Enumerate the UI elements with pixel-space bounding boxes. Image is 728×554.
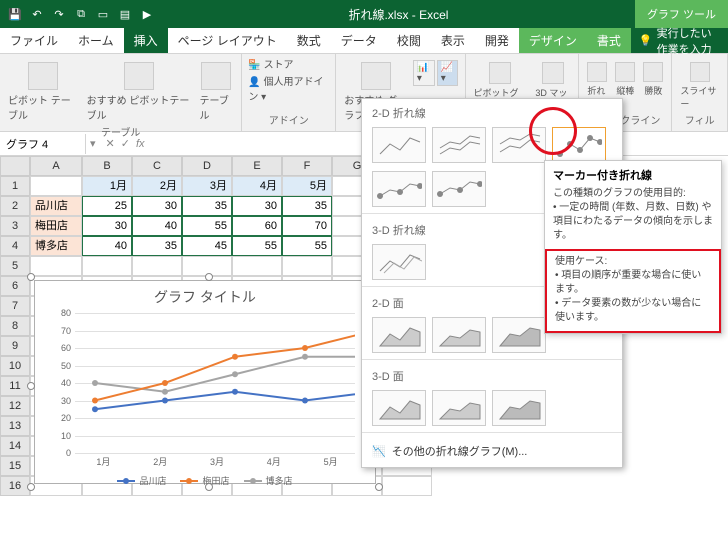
chart-type-tooltip: マーカー付き折れ線 この種類のグラフの使用目的: • 一定の時間 (年数、月数、…	[544, 160, 722, 334]
chart-type-stacked-area[interactable]	[432, 317, 486, 353]
tab-developer[interactable]: 開発	[475, 28, 519, 53]
cancel-icon[interactable]: ✕	[106, 137, 115, 150]
lightbulb-icon: 💡	[639, 34, 653, 47]
tab-format[interactable]: 書式	[587, 28, 631, 53]
chart-type-100stacked-line[interactable]	[492, 127, 546, 163]
copy-icon[interactable]: ⧉	[72, 5, 90, 23]
chart-type-100stacked-line-markers[interactable]	[432, 171, 486, 207]
row-header[interactable]: 2	[0, 196, 30, 216]
row-header[interactable]: 3	[0, 216, 30, 236]
ribbon-group-filters: スライサー フィル	[672, 54, 728, 131]
tab-view[interactable]: 表示	[431, 28, 475, 53]
more-line-charts[interactable]: 📉 その他の折れ線グラフ(M)...	[362, 435, 622, 467]
chart-title[interactable]: グラフ タイトル	[35, 281, 375, 313]
store-button[interactable]: 🏪 ストア	[248, 56, 329, 71]
row-header[interactable]: 4	[0, 236, 30, 256]
save-icon[interactable]: 💾	[6, 5, 24, 23]
chart-type-3d-line[interactable]	[372, 244, 426, 280]
fx-icon[interactable]: fx	[136, 138, 145, 150]
tell-me-search[interactable]: 💡 実行したい作業を入力	[631, 28, 728, 53]
ribbon-group-tables: ピボット テーブル おすすめ ピボットテーブル テーブル テーブル	[0, 54, 242, 131]
select-all-corner[interactable]	[0, 156, 30, 176]
redo-icon[interactable]: ↷	[50, 5, 68, 23]
personal-addins-button[interactable]: 👤 個人用アドイン ▾	[248, 73, 329, 103]
chart-type-3d-100stacked-area[interactable]	[492, 390, 546, 426]
tab-design[interactable]: デザイン	[519, 28, 587, 53]
quick-access-toolbar: 💾 ↶ ↷ ⧉ ▭ ▤ ▶	[0, 5, 162, 23]
window-title: 折れ線.xlsx - Excel	[162, 6, 635, 23]
sparkline-winloss-button[interactable]: 勝敗	[641, 60, 665, 112]
chart-type-stacked-line-markers[interactable]	[372, 171, 426, 207]
chart-type-3d-stacked-area[interactable]	[432, 390, 486, 426]
title-bar: 💾 ↶ ↷ ⧉ ▭ ▤ ▶ 折れ線.xlsx - Excel グラフ ツール	[0, 0, 728, 28]
tab-review[interactable]: 校閲	[387, 28, 431, 53]
tab-home[interactable]: ホーム	[68, 28, 124, 53]
col-header[interactable]: D	[182, 156, 232, 176]
col-header[interactable]: C	[132, 156, 182, 176]
tab-pagelayout[interactable]: ページ レイアウト	[168, 28, 287, 53]
col-header[interactable]: E	[232, 156, 282, 176]
namebox-dropdown-icon[interactable]: ▾	[86, 137, 100, 150]
chart-type-line-markers[interactable]	[552, 127, 606, 163]
undo-icon[interactable]: ↶	[28, 5, 46, 23]
new-icon[interactable]: ▭	[94, 5, 112, 23]
run-icon[interactable]: ▶	[138, 5, 156, 23]
enter-icon[interactable]: ✓	[121, 137, 130, 150]
ribbon-group-addins: 🏪 ストア 👤 個人用アドイン ▾ アドイン	[242, 54, 336, 131]
chart-type-stacked-line[interactable]	[432, 127, 486, 163]
open-icon[interactable]: ▤	[116, 5, 134, 23]
column-chart-icon[interactable]: 📊▾	[413, 60, 435, 86]
chart-type-100stacked-area[interactable]	[492, 317, 546, 353]
col-header[interactable]: F	[282, 156, 332, 176]
embedded-chart[interactable]: グラフ タイトル 01020304050607080 1月2月3月4月5月 品川…	[34, 280, 376, 484]
tab-data[interactable]: データ	[331, 28, 387, 53]
tab-file[interactable]: ファイル	[0, 28, 68, 53]
chart-type-line[interactable]	[372, 127, 426, 163]
row-header[interactable]: 1	[0, 176, 30, 196]
line-chart-icon: 📉	[372, 445, 386, 458]
name-box[interactable]: グラフ 4	[0, 134, 86, 154]
tab-insert[interactable]: 挿入	[124, 28, 168, 53]
tab-formulas[interactable]: 数式	[287, 28, 331, 53]
table-button[interactable]: テーブル	[198, 60, 236, 124]
col-header[interactable]: B	[82, 156, 132, 176]
recommended-pivot-button[interactable]: おすすめ ピボットテーブル	[85, 60, 194, 124]
chart-plot-area: 01020304050607080	[51, 313, 359, 453]
chart-type-3d-area[interactable]	[372, 390, 426, 426]
chart-type-area[interactable]	[372, 317, 426, 353]
menu-bar: ファイル ホーム 挿入 ページ レイアウト 数式 データ 校閲 表示 開発 デザ…	[0, 28, 728, 54]
col-header[interactable]: A	[30, 156, 82, 176]
line-chart-icon[interactable]: 📈▾	[437, 60, 459, 86]
pivot-table-button[interactable]: ピボット テーブル	[6, 60, 81, 124]
slicer-button[interactable]: スライサー	[678, 60, 721, 112]
